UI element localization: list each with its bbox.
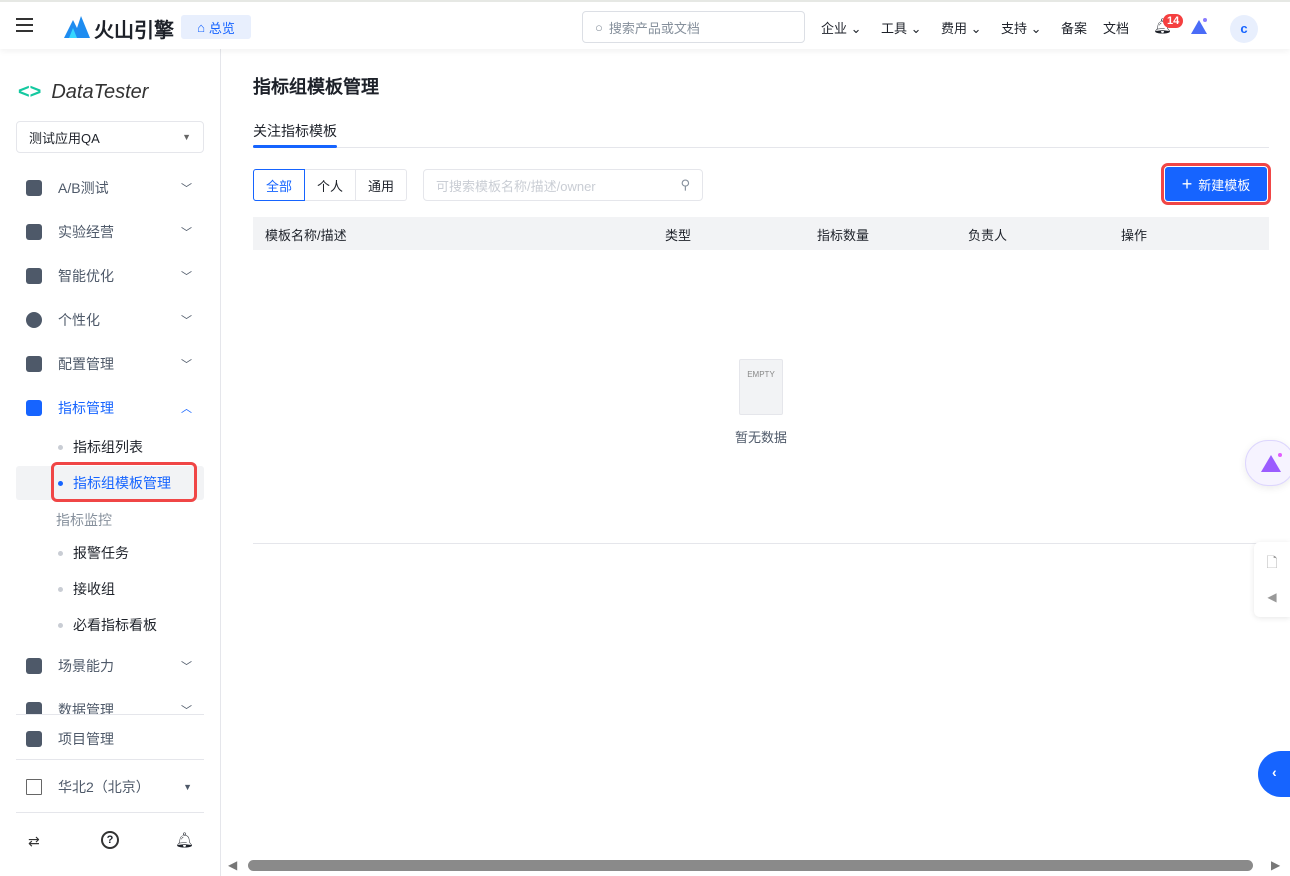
bar-chart-icon <box>26 400 42 416</box>
menu-icon[interactable] <box>16 18 33 32</box>
sub-alert-tasks[interactable]: 报警任务 <box>16 536 204 570</box>
menu-config[interactable]: 配置管理 ﹀ <box>16 346 204 382</box>
chevron-down-icon: ﹀ <box>181 183 192 195</box>
empty-state: EMPTY 暂无数据 <box>253 349 1269 446</box>
menu-project-manage[interactable]: 项目管理 <box>16 721 204 757</box>
server-icon <box>26 356 42 372</box>
empty-file-icon: EMPTY <box>739 359 783 415</box>
switch-icon[interactable]: ⇄ <box>28 833 40 850</box>
divider <box>16 714 204 715</box>
nav-enterprise[interactable]: 企业 ⌄ <box>821 18 862 37</box>
product-logo: <> DataTester <box>18 81 149 103</box>
menu-metrics[interactable]: 指标管理 ︿ <box>16 390 204 426</box>
tab-underline <box>253 145 337 148</box>
global-search-input[interactable]: ○ 搜索产品或文档 <box>582 11 805 43</box>
chevron-down-icon: ﹀ <box>181 359 192 371</box>
col-owner: 负责人 <box>968 228 1008 243</box>
app-selector[interactable]: 测试应用QA ▼ <box>16 121 204 153</box>
sub-receiver-group[interactable]: 接收组 <box>16 572 204 606</box>
chevron-down-icon: ﹀ <box>181 661 192 673</box>
divider <box>16 759 204 760</box>
page-title: 指标组模板管理 <box>253 77 379 97</box>
tab-followed-templates[interactable]: 关注指标模板 <box>253 121 337 141</box>
filter-common[interactable]: 通用 <box>356 169 407 201</box>
puzzle-icon <box>26 658 42 674</box>
tag-icon <box>26 224 42 240</box>
menu-ab-test[interactable]: A/B测试 ﹀ <box>16 170 204 206</box>
sub-must-see-dashboard[interactable]: 必看指标看板 <box>16 608 204 642</box>
ai-float-button[interactable] <box>1245 440 1290 486</box>
bell-icon[interactable]: 🔔︎ <box>175 831 194 849</box>
menu-data-manage-clip: 数据管理 ﹀ <box>16 690 204 714</box>
avatar[interactable]: c <box>1230 15 1258 43</box>
home-icon: ⌂ <box>197 19 205 35</box>
caret-down-icon: ▼ <box>182 132 191 142</box>
help-icon[interactable]: ? <box>101 831 119 849</box>
region-selector[interactable]: 华北2（北京） ▼ <box>16 769 204 805</box>
side-tools: 🗋︎ ◀ <box>1254 542 1290 617</box>
home-button[interactable]: ⌂ 总览 <box>181 15 251 39</box>
volcano-logo-icon <box>64 16 90 38</box>
database-icon <box>26 702 42 714</box>
nav-filing[interactable]: 备案 <box>1061 18 1087 37</box>
filter-personal[interactable]: 个人 <box>305 169 356 201</box>
nav-billing[interactable]: 费用 ⌄ <box>941 18 982 37</box>
horizontal-scrollbar[interactable]: ◀ ▶ <box>228 858 1290 872</box>
col-actions: 操作 <box>1121 228 1148 243</box>
col-type: 类型 <box>665 228 692 243</box>
sub-metric-template-manage[interactable]: 指标组模板管理 <box>16 462 204 502</box>
doc-icon[interactable]: 🗋︎ <box>1254 552 1290 576</box>
chevron-down-icon: ﹀ <box>181 227 192 239</box>
collapse-left-icon[interactable]: ◀ <box>1254 590 1290 604</box>
chevron-up-icon: ︿ <box>181 403 192 415</box>
menu-experiment-ops[interactable]: 实验经营 ﹀ <box>16 214 204 250</box>
sidebar: <> DataTester 测试应用QA ▼ A/B测试 ﹀ 实验经营 ﹀ 智能优化 ﹀ … <box>0 49 221 876</box>
top-bar: 火山引擎 ⌂ 总览 ○ 搜索产品或文档 企业 ⌄ 工具 ⌄ 费用 ⌄ 支持 ⌄ 备案… <box>0 0 1290 49</box>
home-label: 总览 <box>208 20 235 36</box>
search-placeholder: 搜索产品或文档 <box>608 20 700 36</box>
empty-text: 暂无数据 <box>734 430 787 445</box>
ai-assistant-icon[interactable] <box>1190 17 1208 35</box>
table-header: 模板名称/描述 类型 指标数量 负责人 操作 <box>253 217 1269 250</box>
search-icon: ⚲ <box>680 177 690 192</box>
search-icon: ○ <box>595 19 603 35</box>
chevron-down-icon: ﹀ <box>181 271 192 283</box>
template-search-input[interactable]: 可搜索模板名称/描述/owner ⚲ <box>423 169 703 201</box>
menu-scenarios[interactable]: 场景能力 ﹀ <box>16 648 204 684</box>
col-count: 指标数量 <box>817 228 870 243</box>
nav-docs[interactable]: 文档 <box>1103 18 1129 37</box>
group-metric-monitor: 指标监控 <box>56 512 112 528</box>
datatester-logo-icon: <> <box>18 81 42 103</box>
menu-data-manage[interactable]: 数据管理 ﹀ <box>16 692 204 714</box>
target-icon <box>26 312 42 328</box>
caret-down-icon: ▼ <box>183 782 192 792</box>
chevron-down-icon: ﹀ <box>181 705 192 714</box>
divider <box>16 812 204 813</box>
scroll-right-icon: ▶ <box>1271 858 1281 872</box>
region-icon <box>26 779 42 795</box>
menu-personalize[interactable]: 个性化 ﹀ <box>16 302 204 338</box>
new-template-button[interactable]: + 新建模板 <box>1161 163 1271 205</box>
ai-mascot-icon <box>1261 453 1282 472</box>
nav-tools[interactable]: 工具 ⌄ <box>881 18 922 37</box>
dashboard-icon <box>26 731 42 747</box>
plus-icon: + <box>1181 173 1193 194</box>
scroll-thumb <box>248 860 1253 871</box>
flask-icon <box>26 180 42 196</box>
scroll-left-icon: ◀ <box>228 858 238 872</box>
col-name: 模板名称/描述 <box>265 228 347 243</box>
filter-all[interactable]: 全部 <box>253 169 305 201</box>
highlight-box <box>51 462 197 502</box>
brand-name[interactable]: 火山引擎 <box>94 14 174 43</box>
expand-panel-button[interactable]: ‹ <box>1258 751 1290 797</box>
chevron-down-icon: ﹀ <box>181 315 192 327</box>
sub-metric-group-list[interactable]: 指标组列表 <box>16 430 204 464</box>
menu-smart-optimize[interactable]: 智能优化 ﹀ <box>16 258 204 294</box>
notification-badge: 14 <box>1163 14 1184 28</box>
branch-icon <box>26 268 42 284</box>
nav-support[interactable]: 支持 ⌄ <box>1001 18 1042 37</box>
